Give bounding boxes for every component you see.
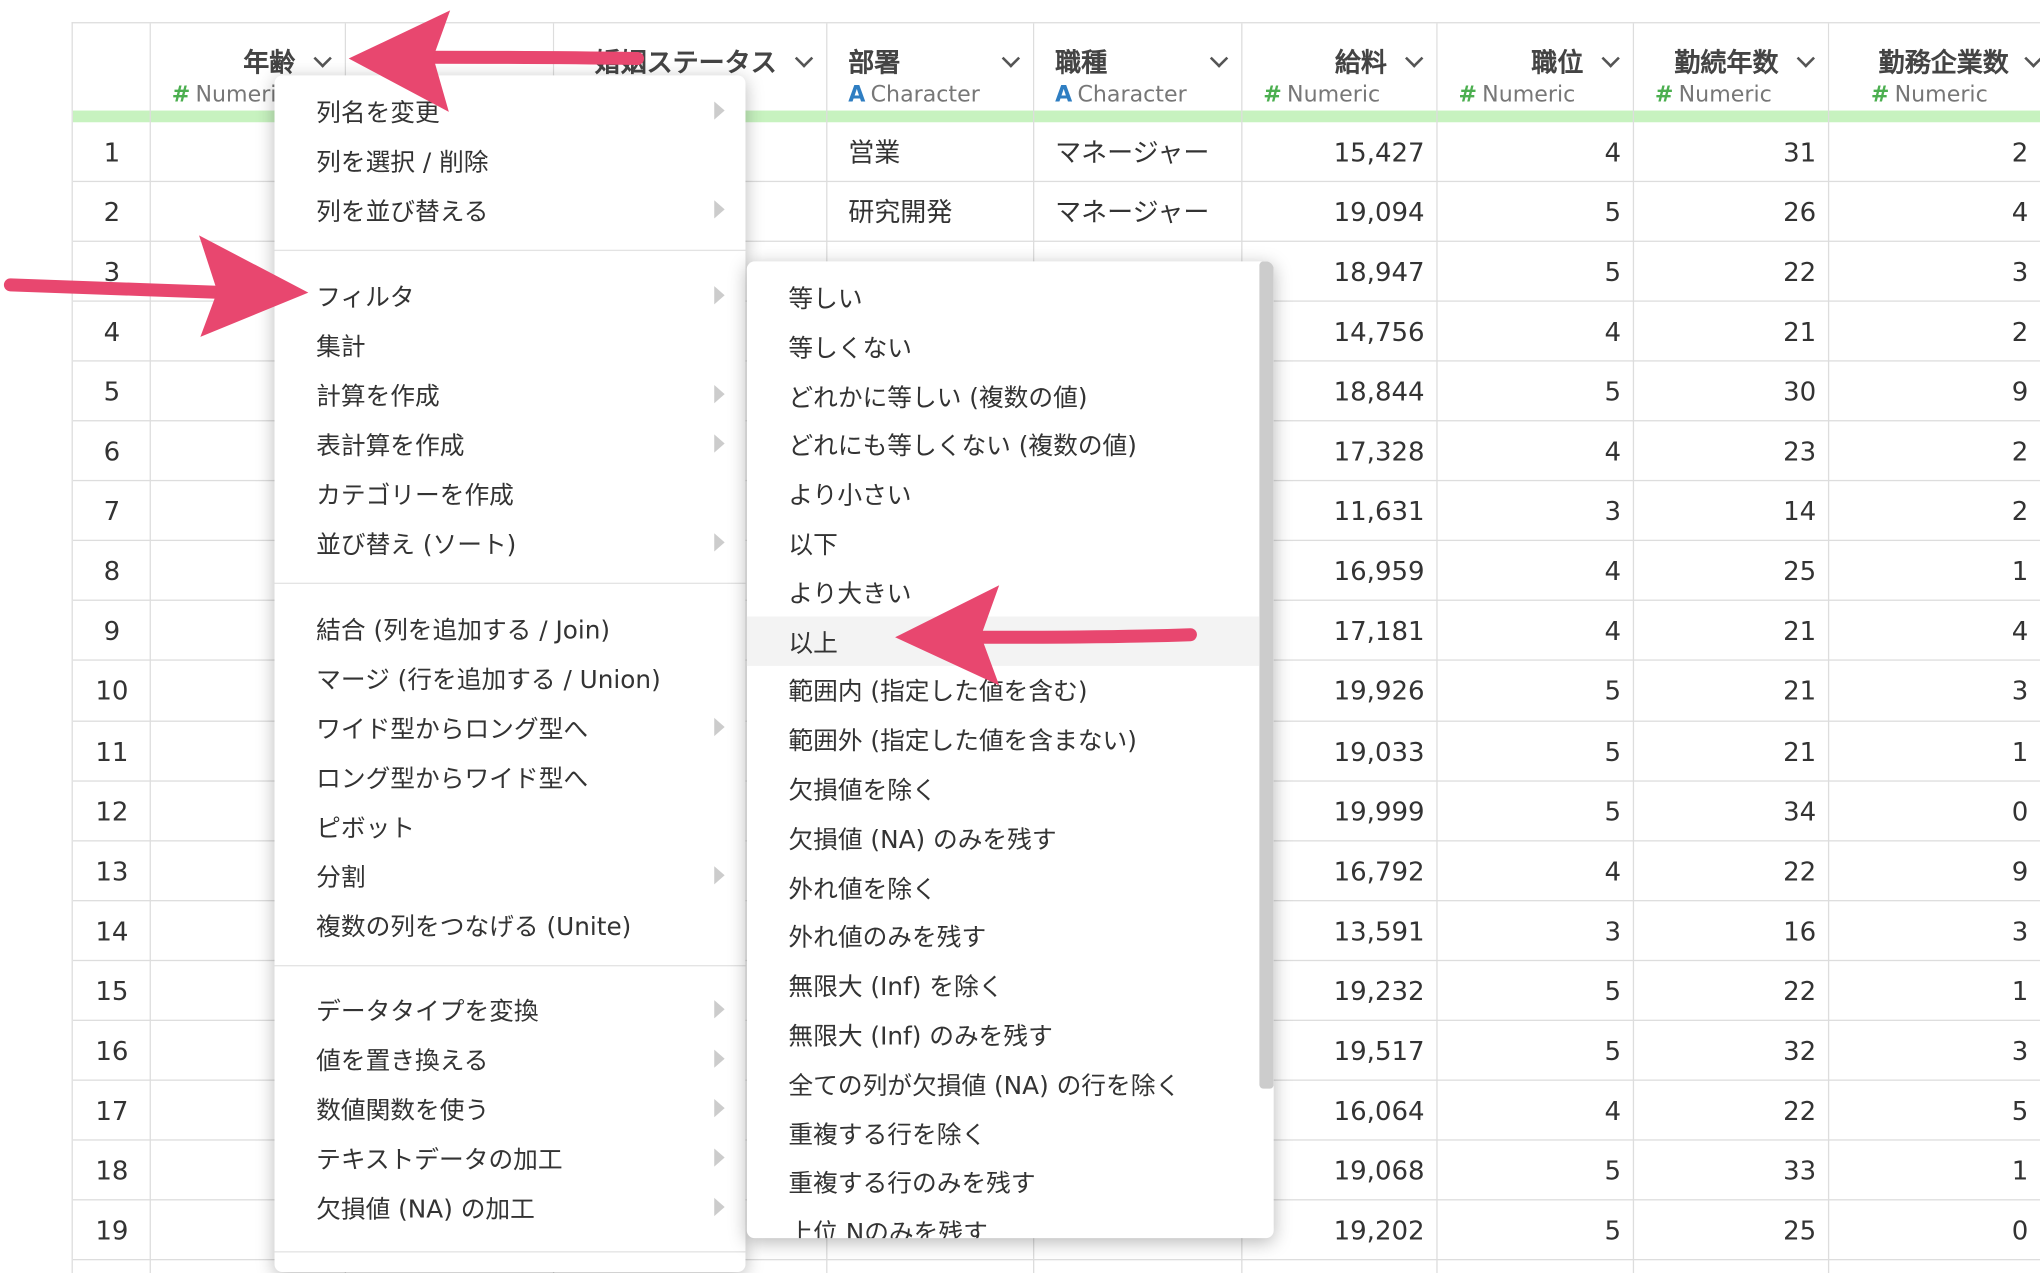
annotation-arrows (3, 10, 1197, 686)
arrow-to-column-header (348, 10, 645, 112)
app-viewport: 年齢 #Numeri L 婚姻ステータス 部署 ACharacter 職種 AC… (0, 0, 2040, 1273)
arrow-to-greater-equal-item (895, 585, 1197, 686)
arrow-to-filter-menu-item (3, 235, 309, 337)
